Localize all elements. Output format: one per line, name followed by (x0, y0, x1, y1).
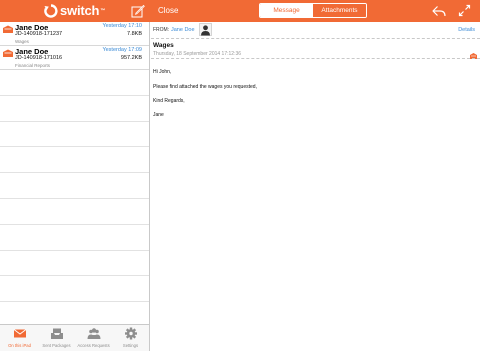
empty-row (0, 147, 149, 174)
sender-link[interactable]: Jane Doe (171, 27, 195, 33)
message-pane: FROM: Jane Doe Details Wages Thursday, 1… (151, 22, 480, 351)
message-body-line: Jane (153, 112, 164, 118)
inbox-tray-icon (50, 328, 63, 339)
package-list: Jane Doe Yesterday 17:10 JD-140918-17123… (0, 22, 150, 324)
tab-label: Settings (122, 343, 139, 348)
package-size: 957.2KB (120, 55, 142, 61)
message-body-line: Please find attached the wages you reque… (153, 84, 257, 90)
package-id: JD-140918-171237 (15, 31, 63, 37)
contact-avatar-icon[interactable] (199, 23, 212, 36)
gear-icon (124, 327, 137, 340)
empty-row (0, 276, 149, 303)
header-divider (151, 58, 480, 59)
package-item[interactable]: Jane Doe Yesterday 17:10 JD-140918-17123… (0, 22, 149, 46)
tab-attachments[interactable]: Attachments (313, 4, 366, 17)
empty-row (0, 122, 149, 148)
switch-logo-icon (44, 4, 58, 18)
envelope-icon (13, 329, 26, 338)
package-icon (3, 49, 13, 57)
message-date: Thursday, 18 September 2014 17:12:36 (153, 51, 242, 57)
from-row: FROM: Jane Doe Details (151, 22, 480, 39)
users-icon (87, 328, 100, 339)
empty-row (0, 199, 149, 225)
top-toolbar: switch™ Close Message Attachments (0, 0, 480, 22)
tab-message[interactable]: Message (260, 4, 313, 17)
tab-label: Sent Packages (42, 343, 71, 348)
package-id: JD-140918-171016 (15, 55, 63, 61)
empty-row (0, 173, 149, 199)
tab-label: On this iPad (8, 343, 31, 348)
package-time: Yesterday 17:09 (102, 47, 142, 53)
tab-on-this-ipad[interactable]: On this iPad (1, 327, 38, 351)
view-segmented-control: Message Attachments (259, 3, 367, 18)
details-link[interactable]: Details (458, 27, 475, 33)
message-body-line: Hi John, (153, 69, 172, 75)
package-icon (3, 25, 13, 33)
from-label: FROM: (153, 27, 170, 33)
package-size: 7.8KB (127, 31, 142, 37)
switch-logo: switch™ (44, 3, 105, 19)
package-subject: Financial Reports (15, 63, 51, 68)
logo-text: switch™ (60, 3, 106, 18)
empty-row (0, 225, 149, 251)
reply-icon[interactable] (432, 5, 446, 17)
tab-settings[interactable]: Settings (112, 327, 149, 351)
package-subject: Wages (15, 39, 29, 44)
close-button[interactable]: Close (158, 5, 178, 17)
message-subject: Wages (153, 42, 174, 49)
empty-row (0, 251, 149, 277)
empty-row (0, 70, 149, 96)
expand-icon[interactable] (458, 4, 471, 17)
tab-label: Access Requests (77, 343, 110, 348)
compose-icon[interactable] (131, 4, 145, 18)
message-body-line: Kind Regards, (153, 98, 185, 104)
empty-row (0, 96, 149, 122)
package-time: Yesterday 17:10 (102, 23, 142, 29)
package-item[interactable]: Jane Doe Yesterday 17:09 JD-140918-17101… (0, 46, 149, 70)
tab-sent-packages[interactable]: Sent Packages (38, 327, 75, 351)
tab-access-requests[interactable]: Access Requests (75, 327, 112, 351)
app-window: switch™ Close Message Attachments Jane D… (0, 0, 480, 351)
bottom-tab-bar: On this iPad Sent Packages Access Reques… (0, 324, 150, 351)
